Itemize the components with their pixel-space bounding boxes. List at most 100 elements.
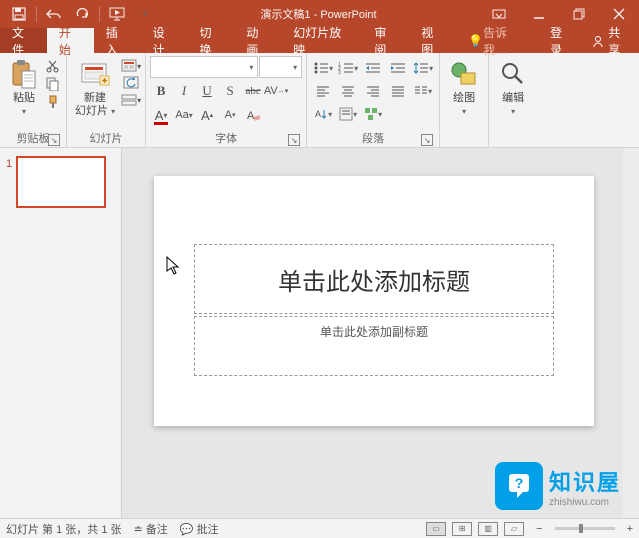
align-text-button[interactable]: ▾ [336, 104, 360, 124]
tab-file[interactable]: 文件 [0, 28, 47, 53]
group-clipboard-label: 剪贴板 [17, 130, 50, 146]
editing-label: 编辑 [502, 92, 524, 104]
smartart-button[interactable]: ▾ [361, 104, 385, 124]
align-right-icon [366, 85, 380, 97]
zoom-out-button[interactable]: − [536, 523, 542, 535]
drawing-button[interactable]: 绘图▾ [444, 56, 484, 120]
grow-font-label: A [201, 108, 210, 123]
zoom-slider[interactable] [555, 527, 615, 530]
close-button[interactable] [599, 0, 639, 28]
grow-font-button[interactable]: A▴ [196, 104, 218, 126]
cut-button[interactable] [44, 58, 62, 74]
bold-button[interactable]: B [150, 80, 172, 102]
slide-thumbnail[interactable] [16, 156, 106, 208]
columns-button[interactable]: ▾ [411, 81, 435, 101]
subtitle-placeholder[interactable]: 单击此处添加副标题 [194, 316, 554, 376]
shrink-font-button[interactable]: A▾ [219, 104, 241, 126]
normal-view-button[interactable]: ▭ [426, 522, 446, 536]
strikethrough-button[interactable]: abc [242, 80, 264, 102]
thumbnail-pane[interactable]: 1 [0, 148, 122, 518]
new-slide-label1: 新建 [84, 92, 106, 104]
reading-view-button[interactable]: ▥ [478, 522, 498, 536]
redo-button[interactable] [69, 2, 95, 26]
font-size-select[interactable]: ▾ [259, 56, 302, 78]
font-family-select[interactable]: ▾ [150, 56, 258, 78]
numbering-icon: 123 [338, 61, 354, 75]
numbering-button[interactable]: 123▾ [336, 58, 360, 78]
editing-button[interactable]: 编辑▾ [493, 56, 533, 120]
text-direction-button[interactable]: A▾ [311, 104, 335, 124]
font-color-button[interactable]: A▾ [150, 104, 172, 126]
new-slide-button[interactable]: 新建幻灯片 ▾ [71, 56, 119, 120]
ribbon: 粘贴▾ 剪贴板↘ 新建幻灯片 ▾ ▾ ▾ 幻灯片 [0, 53, 639, 148]
bullets-button[interactable]: ▾ [311, 58, 335, 78]
indent-icon [390, 61, 406, 75]
paste-icon [8, 58, 40, 90]
italic-button[interactable]: I [173, 80, 195, 102]
start-from-beginning-button[interactable] [104, 2, 130, 26]
notes-button[interactable]: ≐ 备注 [134, 521, 168, 537]
char-spacing-button[interactable]: AV↔▾ [265, 80, 287, 102]
tab-transition[interactable]: 切换 [188, 28, 235, 53]
clear-formatting-button[interactable]: A [242, 104, 264, 126]
group-font-label: 字体 [215, 130, 237, 146]
change-case-label: Aa [175, 109, 188, 121]
tab-design[interactable]: 设计 [141, 28, 188, 53]
save-button[interactable] [6, 2, 32, 26]
group-paragraph-label: 段落 [362, 130, 384, 146]
reset-button[interactable] [121, 75, 141, 91]
group-drawing: 绘图▾ [440, 53, 489, 147]
tab-home[interactable]: 开始 [47, 28, 94, 53]
change-case-button[interactable]: Aa▾ [173, 104, 195, 126]
format-painter-button[interactable] [44, 94, 62, 110]
login-button[interactable]: 登录 [540, 28, 583, 53]
undo-button[interactable] [41, 2, 67, 26]
tab-view[interactable]: 视图 [409, 28, 456, 53]
increase-indent-button[interactable] [386, 58, 410, 78]
copy-button[interactable] [44, 76, 62, 92]
thumbnail-number: 1 [6, 156, 12, 170]
underline-button[interactable]: U [196, 80, 218, 102]
qat-customize-button[interactable]: ▾ [132, 2, 158, 26]
paragraph-launcher[interactable]: ↘ [421, 134, 433, 146]
tab-insert[interactable]: 插入 [94, 28, 141, 53]
tab-animation[interactable]: 动画 [234, 28, 281, 53]
clipboard-launcher[interactable]: ↘ [48, 134, 60, 146]
shadow-button[interactable]: S [219, 80, 241, 102]
align-center-button[interactable] [336, 81, 360, 101]
tab-review[interactable]: 审阅 [362, 28, 409, 53]
window-title: 演示文稿1 - PowerPoint [158, 6, 479, 22]
group-clipboard: 粘贴▾ 剪贴板↘ [0, 53, 67, 147]
group-paragraph: ▾ 123▾ ▾ ▾ A▾ ▾ ▾ [307, 53, 440, 147]
align-left-icon [316, 85, 330, 97]
slide[interactable]: 单击此处添加标题 单击此处添加副标题 [154, 176, 594, 426]
align-right-button[interactable] [361, 81, 385, 101]
line-spacing-button[interactable]: ▾ [411, 58, 435, 78]
group-font: ▾ ▾ B I U S abc AV↔▾ A▾ Aa▾ A▴ A▾ A [146, 53, 307, 147]
comments-button[interactable]: 💬 批注 [180, 521, 219, 537]
title-placeholder[interactable]: 单击此处添加标题 [194, 244, 554, 314]
layout-button[interactable]: ▾ [121, 58, 141, 74]
minimize-button[interactable] [519, 0, 559, 28]
smartart-icon [364, 107, 378, 121]
section-button[interactable]: ▾ [121, 92, 141, 108]
view-buttons: ▭ ⊞ ▥ ▱ [426, 522, 524, 536]
tell-me[interactable]: 💡 告诉我… [456, 28, 540, 53]
share-button[interactable]: 共享 [583, 28, 639, 53]
tab-slideshow[interactable]: 幻灯片放映 [281, 28, 362, 53]
badge-cn: 知识屋 [549, 465, 621, 497]
justify-button[interactable] [386, 81, 410, 101]
font-launcher[interactable]: ↘ [288, 134, 300, 146]
paste-button[interactable]: 粘贴▾ [4, 56, 44, 120]
ribbon-options-button[interactable] [479, 0, 519, 28]
slideshow-view-button[interactable]: ▱ [504, 522, 524, 536]
find-icon [497, 58, 529, 90]
restore-button[interactable] [559, 0, 599, 28]
align-center-icon [341, 85, 355, 97]
slide-sorter-button[interactable]: ⊞ [452, 522, 472, 536]
align-left-button[interactable] [311, 81, 335, 101]
decrease-indent-button[interactable] [361, 58, 385, 78]
paste-label: 粘贴 [13, 92, 35, 104]
zoom-in-button[interactable]: + [627, 523, 633, 535]
section-icon [121, 93, 137, 107]
